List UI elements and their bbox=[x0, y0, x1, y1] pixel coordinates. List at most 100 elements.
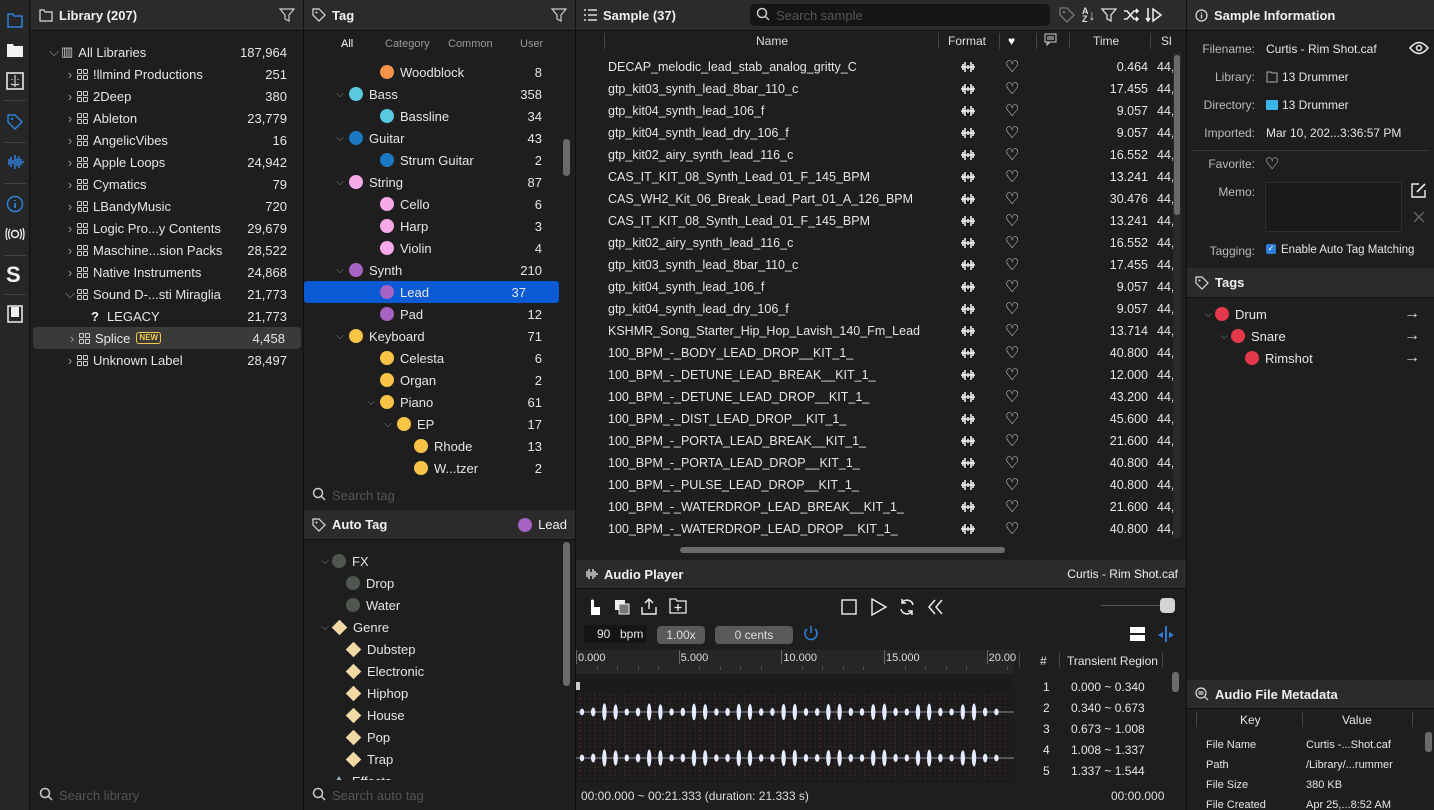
tag-search-input[interactable] bbox=[332, 488, 532, 503]
favorite-heart-icon[interactable]: ♡ bbox=[1005, 233, 1019, 253]
column-key[interactable]: Key bbox=[1240, 713, 1261, 727]
library-item[interactable]: ?LEGACY21,773 bbox=[31, 305, 303, 327]
tag-item[interactable]: ⌵Piano61 bbox=[304, 391, 575, 413]
filter-icon[interactable] bbox=[279, 7, 295, 23]
chevron-down-icon[interactable]: ⌵ bbox=[1217, 331, 1231, 342]
chevron-right-icon[interactable]: › bbox=[63, 111, 77, 126]
favorite-heart-icon[interactable]: ♡ bbox=[1005, 211, 1019, 231]
tag-scrollbar[interactable] bbox=[563, 139, 570, 176]
tag-item[interactable]: ⌵Synth210 bbox=[304, 259, 575, 281]
favorite-heart-icon[interactable]: ♡ bbox=[1005, 57, 1019, 77]
layout-icon[interactable] bbox=[5, 304, 25, 324]
library-item[interactable]: ›Native Instruments24,868 bbox=[31, 261, 303, 283]
volume-slider[interactable] bbox=[1101, 597, 1175, 615]
column-memo-icon[interactable] bbox=[1044, 33, 1057, 49]
tab-user[interactable]: User bbox=[520, 38, 543, 50]
favorite-heart-icon[interactable]: ♡ bbox=[1005, 343, 1019, 363]
clear-memo-icon[interactable] bbox=[1413, 211, 1425, 223]
column-time[interactable]: Time bbox=[1093, 34, 1119, 48]
autotag-item[interactable]: Pop bbox=[304, 726, 575, 748]
column-name[interactable]: Name bbox=[756, 34, 788, 48]
sample-row[interactable]: gtp_kit03_synth_lead_8bar_110_c♡17.45544… bbox=[576, 78, 1176, 100]
library-item[interactable]: ›2Deep380 bbox=[31, 85, 303, 107]
copy-icon[interactable] bbox=[614, 599, 630, 615]
column-value[interactable]: Value bbox=[1342, 713, 1372, 727]
sample-row[interactable]: gtp_kit04_synth_lead_106_f♡9.05744,1 bbox=[576, 100, 1176, 122]
info-icon[interactable] bbox=[5, 194, 25, 214]
sample-row[interactable]: CAS_WH2_Kit_06_Break_Lead_Part_01_A_126_… bbox=[576, 188, 1176, 210]
autotag-item[interactable]: ⌵Genre bbox=[304, 616, 575, 638]
pitch-button[interactable]: 0 cents bbox=[715, 626, 793, 644]
memo-field[interactable] bbox=[1265, 182, 1402, 232]
favorite-heart-icon[interactable]: ♡ bbox=[1005, 79, 1019, 99]
sample-row[interactable]: 100_BPM_-_PULSE_LEAD_DROP__KIT_1_♡40.800… bbox=[576, 474, 1176, 496]
column-transient-region[interactable]: Transient Region bbox=[1067, 654, 1158, 668]
waveform-view[interactable] bbox=[576, 674, 1014, 782]
favorite-heart-icon[interactable]: ♡ bbox=[1005, 431, 1019, 451]
favorite-heart-icon[interactable]: ♡ bbox=[1005, 277, 1019, 297]
autotag-search-input[interactable] bbox=[332, 788, 532, 803]
chevron-right-icon[interactable]: › bbox=[63, 89, 77, 104]
rewind-button[interactable] bbox=[927, 598, 945, 616]
tag-item[interactable]: ⌵EP17 bbox=[304, 413, 575, 435]
playback-rate-button[interactable]: 1.00x bbox=[657, 626, 705, 644]
library-item[interactable]: ›Unknown Label28,497 bbox=[31, 349, 303, 371]
chevron-down-icon[interactable]: ⌵ bbox=[318, 776, 332, 781]
autotag-item[interactable]: Drop bbox=[304, 572, 575, 594]
timeline-ruler[interactable]: 0.0005.00010.00015.00020.00 bbox=[576, 650, 1014, 674]
favorite-heart-icon[interactable]: ♡ bbox=[1005, 167, 1019, 187]
favorite-heart-icon[interactable]: ♡ bbox=[1005, 453, 1019, 473]
sample-search[interactable] bbox=[750, 4, 1050, 26]
transient-region[interactable]: 0.000 ~ 0.340 bbox=[1071, 680, 1145, 694]
directory-value[interactable]: 13 Drummer bbox=[1266, 98, 1349, 112]
tag-icon[interactable] bbox=[5, 112, 25, 132]
library-icon[interactable] bbox=[5, 10, 25, 30]
favorite-heart-icon[interactable]: ♡ bbox=[1265, 154, 1279, 174]
library-item[interactable]: ›Apple Loops24,942 bbox=[31, 151, 303, 173]
favorite-heart-icon[interactable]: ♡ bbox=[1005, 145, 1019, 165]
split-marker-icon[interactable] bbox=[1156, 625, 1176, 643]
favorite-heart-icon[interactable]: ♡ bbox=[1005, 189, 1019, 209]
sample-row[interactable]: DECAP_melodic_lead_stab_analog_gritty_C♡… bbox=[576, 56, 1176, 78]
chevron-down-icon[interactable]: ⌵ bbox=[333, 177, 347, 188]
sample-search-input[interactable] bbox=[776, 8, 976, 23]
column-favorite-icon[interactable]: ♥ bbox=[1008, 34, 1015, 48]
eye-icon[interactable] bbox=[1409, 41, 1429, 55]
chevron-down-icon[interactable]: ⌵ bbox=[1201, 309, 1215, 320]
tag-item[interactable]: Strum Guitar2 bbox=[304, 149, 575, 171]
favorite-heart-icon[interactable]: ♡ bbox=[1005, 299, 1019, 319]
auto-tag-checkbox[interactable]: ✓ bbox=[1266, 244, 1276, 254]
tag-item[interactable]: Pad12 bbox=[304, 303, 575, 325]
volume-knob[interactable] bbox=[1160, 598, 1175, 613]
tab-common[interactable]: Common bbox=[448, 38, 493, 50]
tag-item[interactable]: Bassline34 bbox=[304, 105, 575, 127]
tag-item[interactable]: W...tzer2 bbox=[304, 457, 575, 479]
metadata-row[interactable]: File CreatedApr 25,...8:52 AM bbox=[1187, 795, 1427, 810]
chevron-right-icon[interactable]: › bbox=[63, 265, 77, 280]
library-item[interactable]: ›AngelicVibes16 bbox=[31, 129, 303, 151]
shuffle-icon[interactable] bbox=[1123, 7, 1139, 23]
metadata-row[interactable]: Path/Library/...rummer bbox=[1187, 755, 1427, 775]
library-item[interactable]: ›Maschine...sion Packs28,522 bbox=[31, 239, 303, 261]
metadata-scrollbar[interactable] bbox=[1425, 732, 1432, 752]
favorite-heart-icon[interactable]: ♡ bbox=[1005, 387, 1019, 407]
stack-view-icon[interactable] bbox=[1130, 627, 1145, 641]
sample-row[interactable]: 100_BPM_-_BODY_LEAD_DROP__KIT_1_♡40.8004… bbox=[576, 342, 1176, 364]
assigned-tag-item[interactable]: Rimshot→ bbox=[1187, 347, 1434, 369]
sample-row[interactable]: 100_BPM_-_DETUNE_LEAD_DROP__KIT_1_♡43.20… bbox=[576, 386, 1176, 408]
library-search-input[interactable] bbox=[59, 788, 259, 803]
sample-row[interactable]: CAS_IT_KIT_08_Synth_Lead_01_F_145_BPM♡13… bbox=[576, 166, 1176, 188]
chevron-down-icon[interactable]: ⌵ bbox=[333, 265, 347, 276]
autotag-item[interactable]: Water bbox=[304, 594, 575, 616]
play-next-icon[interactable] bbox=[1145, 7, 1163, 23]
chevron-right-icon[interactable]: › bbox=[63, 67, 77, 82]
tag-item[interactable]: Woodblock8 bbox=[304, 61, 575, 83]
play-button[interactable] bbox=[870, 598, 888, 616]
library-item[interactable]: ›Cymatics79 bbox=[31, 173, 303, 195]
transient-region[interactable]: 0.340 ~ 0.673 bbox=[1071, 701, 1145, 715]
library-item[interactable]: ⌵Sound D-...sti Miraglia21,773 bbox=[31, 283, 303, 305]
chevron-right-icon[interactable]: › bbox=[63, 155, 77, 170]
tag-item[interactable]: ⌵Bass358 bbox=[304, 83, 575, 105]
library-item[interactable]: ›Ableton23,779 bbox=[31, 107, 303, 129]
arrow-right-icon[interactable]: → bbox=[1404, 305, 1420, 323]
